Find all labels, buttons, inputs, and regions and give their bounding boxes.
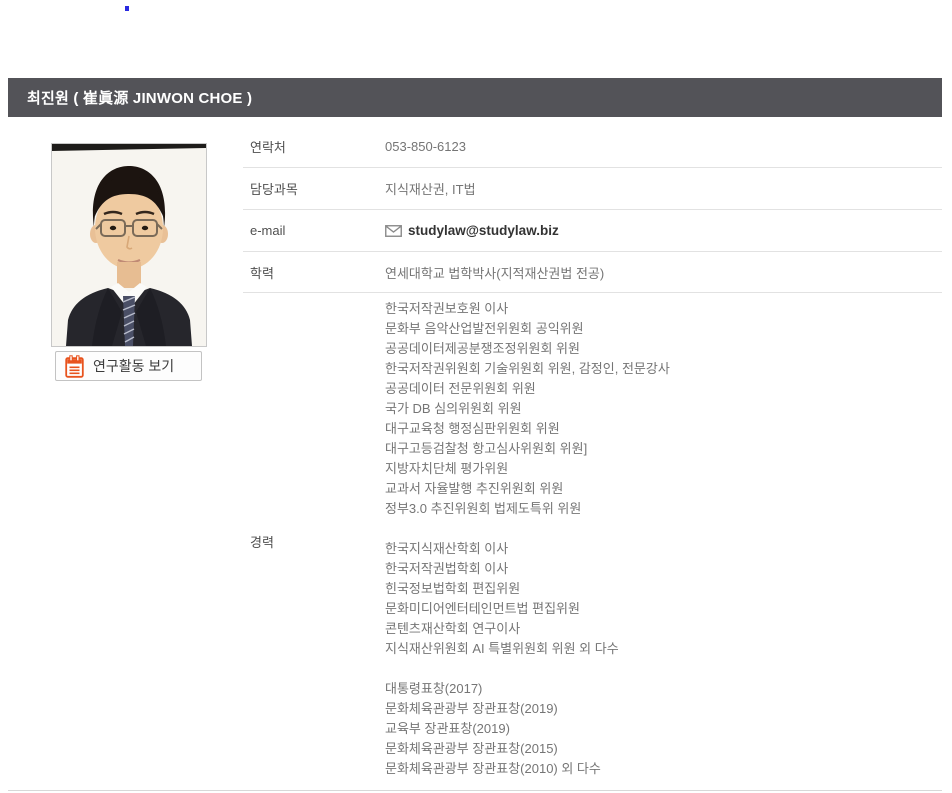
career-line: 문화미디어엔터테인먼트법 편집위원	[385, 599, 942, 619]
career-line: 국가 DB 심의위원회 위원	[385, 399, 942, 419]
career-line: 공공데이터 전문위원회 위원	[385, 379, 942, 399]
career-line: 콘텐츠재산학회 연구이사	[385, 619, 942, 639]
profile-photo	[51, 143, 207, 347]
career-line: 지방자치단체 평가위원	[385, 459, 942, 479]
career-value: 한국저작권보호원 이사문화부 음악산업발전위원회 공익위원공공데이터제공분쟁조정…	[385, 293, 942, 790]
career-line: 대통령표창(2017)	[385, 679, 942, 699]
info-row-email: e-mail studylaw@studylaw.biz	[243, 210, 942, 252]
subjects-value: 지식재산권, IT법	[385, 179, 942, 198]
career-line: 문화부 음악산업발전위원회 공익위원	[385, 319, 942, 339]
email-link[interactable]: studylaw@studylaw.biz	[408, 223, 559, 238]
career-line: 대구교육청 행정심판위원회 위원	[385, 419, 942, 439]
career-line: 대구고등검찰청 항고심사위원회 위원]	[385, 439, 942, 459]
career-line: 한국저작권보호원 이사	[385, 299, 942, 319]
research-activity-label: 연구활동 보기	[93, 356, 174, 376]
profile-header-bar: 최진원 ( 崔眞源 JINWON CHOE )	[8, 78, 942, 117]
contact-value: 053-850-6123	[385, 139, 942, 154]
subjects-label: 담당과목	[243, 179, 385, 198]
info-row-contact: 연락처 053-850-6123	[243, 126, 942, 168]
portrait-photo-image	[52, 144, 206, 346]
education-label: 학력	[243, 263, 385, 282]
info-row-career: 경력 한국저작권보호원 이사문화부 음악산업발전위원회 공익위원공공데이터제공분…	[243, 293, 942, 790]
info-row-education: 학력 연세대학교 법학박사(지적재산권법 전공)	[243, 252, 942, 293]
email-label: e-mail	[243, 223, 385, 238]
professor-name-title: 최진원 ( 崔眞源 JINWON CHOE )	[27, 87, 252, 108]
career-line: 한국지식재산학회 이사	[385, 539, 942, 559]
career-line: 지식재산위원회 AI 특별위원회 위원 외 다수	[385, 639, 942, 659]
career-line: 공공데이터제공분쟁조정위원회 위원	[385, 339, 942, 359]
career-line: 힌국정보법학회 편집위원	[385, 579, 942, 599]
artifact-dot	[125, 6, 129, 11]
notepad-icon	[65, 355, 84, 378]
career-line: 한국저작권위원회 기술위원회 위원, 감정인, 전문강사	[385, 359, 942, 379]
career-block-positions: 한국저작권보호원 이사문화부 음악산업발전위원회 공익위원공공데이터제공분쟁조정…	[385, 299, 942, 519]
career-line: 문화체육관광부 장관표창(2015)	[385, 739, 942, 759]
career-label: 경력	[243, 293, 385, 790]
envelope-icon	[385, 225, 402, 237]
info-row-subjects: 담당과목 지식재산권, IT법	[243, 168, 942, 210]
career-line: 한국저작권법학회 이사	[385, 559, 942, 579]
research-activity-button[interactable]: 연구활동 보기	[55, 351, 202, 381]
career-line: 교육부 장관표창(2019)	[385, 719, 942, 739]
career-block-academic: 한국지식재산학회 이사한국저작권법학회 이사힌국정보법학회 편집위원문화미디어엔…	[385, 539, 942, 659]
bottom-divider	[8, 790, 942, 791]
career-line: 교과서 자율발행 추진위원회 위원	[385, 479, 942, 499]
career-line: 정부3.0 추진위원회 법제도특위 위원	[385, 499, 942, 519]
education-value: 연세대학교 법학박사(지적재산권법 전공)	[385, 263, 942, 282]
career-line: 문화체육관광부 장관표창(2010) 외 다수	[385, 759, 942, 779]
career-block-awards: 대통령표창(2017)문화체육관광부 장관표창(2019)교육부 장관표창(20…	[385, 679, 942, 779]
career-line: 문화체육관광부 장관표창(2019)	[385, 699, 942, 719]
contact-label: 연락처	[243, 137, 385, 156]
profile-info-table: 연락처 053-850-6123 담당과목 지식재산권, IT법 e-mail …	[243, 126, 942, 790]
